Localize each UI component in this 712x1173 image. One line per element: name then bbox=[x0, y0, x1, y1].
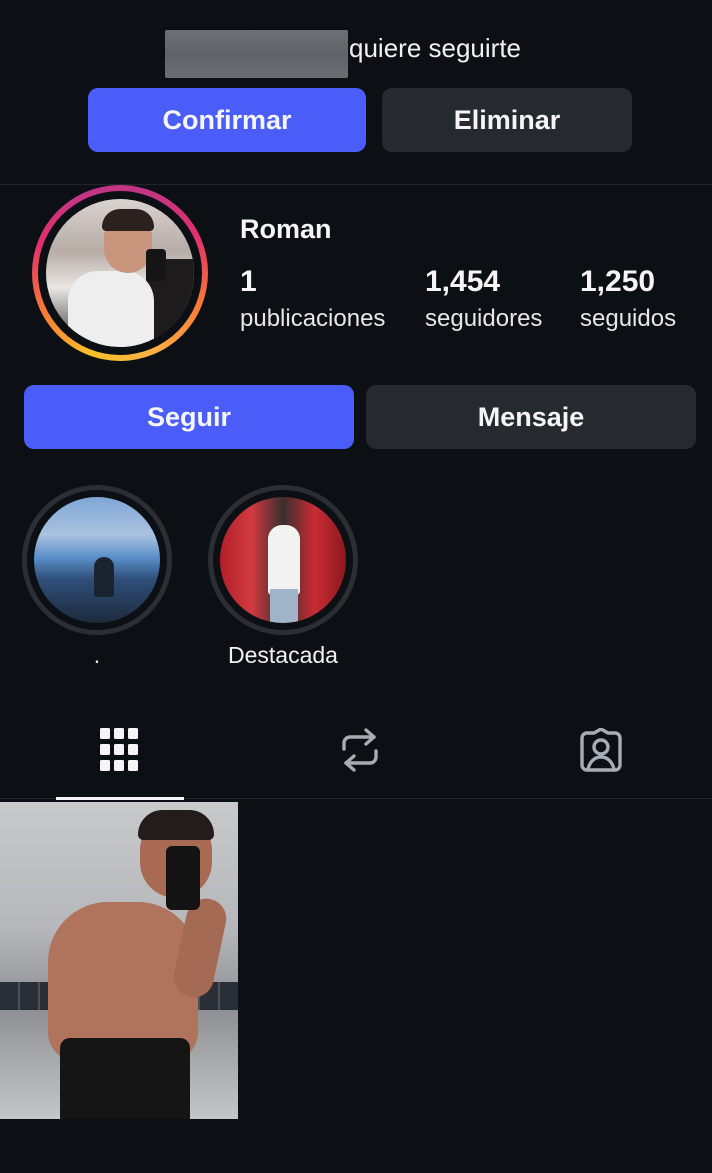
tab-reposts[interactable] bbox=[241, 700, 478, 799]
follow-request-banner: quiere seguirte Confirmar Eliminar bbox=[0, 0, 712, 185]
post-thumbnail[interactable] bbox=[0, 802, 238, 1119]
repost-icon bbox=[341, 727, 378, 772]
highlight-cover bbox=[34, 497, 160, 623]
tab-tagged[interactable] bbox=[482, 700, 712, 799]
highlight-label: . bbox=[93, 642, 101, 668]
avatar[interactable] bbox=[32, 185, 208, 361]
posts-label: publicaciones bbox=[240, 305, 386, 332]
tagged-icon bbox=[579, 727, 622, 772]
follow-button[interactable]: Seguir bbox=[24, 385, 354, 449]
followers-count[interactable]: 1,454 bbox=[425, 265, 500, 299]
follow-request-line: quiere seguirte bbox=[0, 30, 712, 78]
highlight-cover bbox=[220, 497, 346, 623]
redacted-username bbox=[165, 30, 348, 78]
message-button[interactable]: Mensaje bbox=[366, 385, 696, 449]
avatar-photo bbox=[46, 199, 194, 347]
following-label[interactable]: seguidos bbox=[580, 305, 676, 333]
grid-icon bbox=[99, 727, 138, 771]
profile-username: Roman bbox=[240, 214, 332, 244]
active-tab-indicator bbox=[56, 797, 184, 800]
following-count[interactable]: 1,250 bbox=[580, 265, 655, 299]
follow-request-text: quiere seguirte bbox=[349, 33, 521, 63]
profile-page: quiere seguirte Confirmar Eliminar Roman… bbox=[0, 0, 712, 1173]
followers-label[interactable]: seguidores bbox=[425, 305, 542, 333]
highlight-label: Destacada bbox=[228, 642, 338, 668]
confirm-button[interactable]: Confirmar bbox=[88, 88, 366, 152]
posts-count: 1 bbox=[240, 265, 257, 298]
tab-posts[interactable] bbox=[0, 700, 237, 800]
profile-tabs bbox=[0, 700, 712, 800]
delete-button[interactable]: Eliminar bbox=[382, 88, 632, 152]
